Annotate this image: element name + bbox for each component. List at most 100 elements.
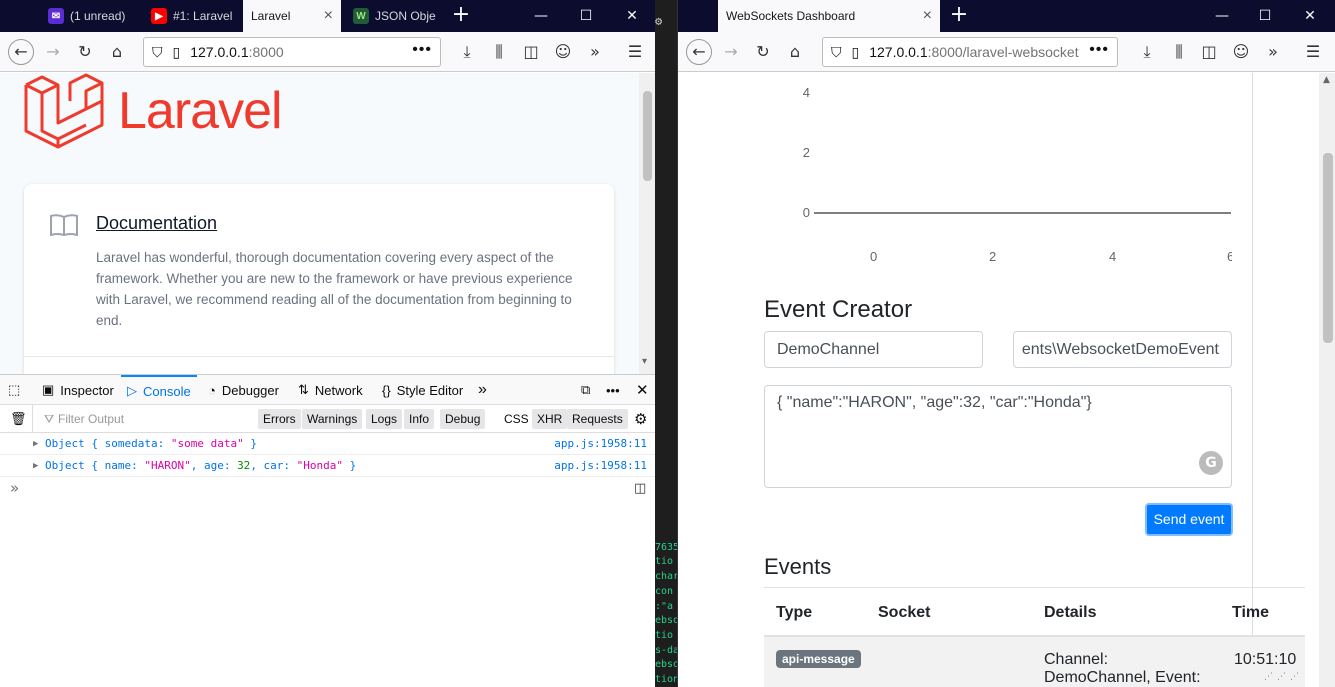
minimize-button[interactable]: —	[1207, 4, 1237, 28]
url-bar[interactable]: ⛉ ▯ 127.0.0.1:8000/laravel-websocket •••	[822, 37, 1118, 67]
close-window-button[interactable]: ✕	[617, 4, 647, 28]
reload-icon[interactable]: ↻	[72, 39, 98, 65]
close-icon[interactable]: ×	[923, 8, 932, 24]
more-tabs-icon[interactable]: »	[478, 375, 487, 405]
forward-icon[interactable]: →	[40, 39, 66, 65]
grammarly-icon[interactable]: G	[1199, 451, 1223, 475]
scrollbar-thumb[interactable]	[1323, 153, 1333, 343]
console-input[interactable]	[0, 477, 655, 687]
nav-toolbar: ← → ↻ ⌂ ⛉ ▯ 127.0.0.1:8000/laravel-webso…	[678, 32, 1335, 72]
statistics-chart: 4 2 0 0 2 4 6	[678, 73, 1253, 273]
tab-style-editor[interactable]: {} Style Editor	[382, 375, 463, 405]
tab-json[interactable]: W JSON Obje	[345, 0, 441, 32]
tab-websockets-dashboard[interactable]: WebSockets Dashboard ×	[718, 0, 940, 32]
log-message: Object { name: "HARON", age: 32, car: "H…	[45, 459, 357, 472]
url-bar[interactable]: ⛉ ▯ 127.0.0.1:8000 •••	[143, 37, 441, 67]
tab-console[interactable]: ▷ Console	[121, 375, 197, 405]
channel-input[interactable]: DemoChannel	[764, 331, 983, 368]
filter-warnings-button[interactable]: Warnings	[302, 409, 363, 429]
reload-icon[interactable]: ↻	[750, 39, 776, 65]
tab-youtube[interactable]: ▶ #1: Laravel	[143, 0, 243, 32]
page-actions-icon[interactable]: •••	[412, 41, 432, 59]
expand-triangle-icon[interactable]: ▶	[33, 433, 38, 455]
back-icon[interactable]: ←	[686, 39, 712, 65]
gear-icon: ⚙	[655, 14, 663, 28]
send-event-button[interactable]: Send event	[1145, 503, 1233, 536]
console-log-row[interactable]: ▶ Object { name: "HARON", age: 32, car: …	[0, 455, 655, 477]
close-window-button[interactable]: ✕	[1295, 4, 1325, 28]
filter-info-button[interactable]: Info	[404, 409, 435, 429]
page-scrollbar[interactable]: ▲	[1319, 73, 1335, 687]
log-source-link[interactable]: app.js:1958:11	[554, 433, 647, 455]
terminal-line: char	[655, 571, 677, 582]
log-source-link[interactable]: app.js:1958:11	[554, 455, 647, 477]
shield-icon: ⛉	[831, 43, 842, 60]
filter-debug-button[interactable]: Debug	[440, 409, 486, 429]
page-actions-icon[interactable]: •••	[1085, 41, 1109, 59]
table-row: api-message Channel: DemoChannel, Event:…	[764, 635, 1305, 687]
event-name-value: ents\WebsocketDemoEvent	[1021, 341, 1219, 358]
library-icon[interactable]: ⫼	[1166, 39, 1192, 65]
minimize-button[interactable]: —	[526, 4, 556, 28]
resize-grip-icon[interactable]: ⋰⋰⋰	[1264, 672, 1303, 682]
page-scrollbar[interactable]: ▾	[639, 73, 655, 374]
console-log-row[interactable]: ▶ Object { somedata: "some data" } app.j…	[0, 433, 655, 455]
tab-laravel[interactable]: Laravel ×	[243, 0, 341, 32]
documentation-card: Documentation Laravel has wonderful, tho…	[24, 184, 614, 374]
maximize-button[interactable]: ☐	[1250, 4, 1280, 28]
devtools-panel: ⬚ ▣ Inspector ▷ Console ◔ Debugger ⇅ Network…	[0, 374, 655, 687]
avatar[interactable]: ☺	[1228, 39, 1254, 65]
event-name-input[interactable]: ents\WebsocketDemoEvent	[1013, 331, 1232, 368]
filter-errors-button[interactable]: Errors	[258, 409, 301, 429]
documentation-link[interactable]: Documentation	[96, 213, 217, 234]
library-icon[interactable]: ⫼	[486, 39, 512, 65]
scrollbar-thumb[interactable]	[643, 91, 652, 181]
events-title: Events	[764, 554, 832, 579]
overflow-chevron-icon[interactable]: »	[1260, 39, 1286, 65]
forward-icon[interactable]: →	[718, 39, 744, 65]
split-console-icon[interactable]: ◫	[634, 481, 646, 496]
home-icon[interactable]: ⌂	[104, 39, 130, 65]
sidebar-icon[interactable]: ◫	[1196, 39, 1222, 65]
back-icon[interactable]: ←	[8, 39, 34, 65]
devtools-menu-icon[interactable]: •••	[606, 375, 620, 405]
tab-mail[interactable]: ✉ (1 unread)	[40, 0, 140, 32]
new-tab-button[interactable]: +	[449, 4, 473, 28]
avatar[interactable]: ☺	[550, 39, 576, 65]
scroll-up-icon[interactable]: ▲	[1323, 75, 1330, 85]
filter-requests-button[interactable]: Requests	[567, 409, 628, 429]
overflow-chevron-icon[interactable]: »	[582, 39, 608, 65]
filter-logs-button[interactable]: Logs	[366, 409, 403, 429]
filter-css-button[interactable]: CSS	[499, 409, 534, 429]
filter-xhr-button[interactable]: XHR	[532, 409, 568, 429]
terminal-line: ebso	[655, 659, 677, 670]
page-icon: ▯	[172, 43, 181, 60]
maximize-button[interactable]: ☐	[571, 4, 601, 28]
download-icon[interactable]: ⤓	[1134, 39, 1160, 65]
element-picker-icon[interactable]: ⬚	[8, 375, 20, 405]
hamburger-menu-icon[interactable]: ☰	[622, 39, 648, 65]
filter-input[interactable]: Filter Output	[58, 412, 124, 426]
expand-triangle-icon[interactable]: ▶	[33, 455, 38, 477]
event-data-textarea[interactable]: { "name":"HARON", "age":32, "car":"Honda…	[764, 385, 1232, 488]
close-icon[interactable]: ×	[324, 8, 333, 24]
sidebar-icon[interactable]: ◫	[518, 39, 544, 65]
shield-icon: ⛉	[152, 43, 163, 60]
tab-debugger[interactable]: ◔ Debugger	[208, 375, 279, 405]
background-terminal: ⚙ 7635 tio char con :"a ebsoc tio s-da e…	[655, 0, 677, 687]
settings-gear-icon[interactable]: ⚙	[634, 410, 647, 428]
close-devtools-icon[interactable]: ✕	[636, 375, 649, 405]
home-icon[interactable]: ⌂	[782, 39, 808, 65]
url-text: 127.0.0.1:8000/laravel-websocket	[869, 44, 1079, 60]
download-icon[interactable]: ⤓	[454, 39, 480, 65]
tab-network[interactable]: ⇅ Network	[298, 375, 363, 405]
hamburger-menu-icon[interactable]: ☰	[1300, 39, 1326, 65]
scroll-down-icon[interactable]: ▾	[642, 356, 647, 367]
left-browser-window: ✉ (1 unread) ▶ #1: Laravel Laravel × W J…	[0, 0, 655, 687]
new-tab-button[interactable]: +	[947, 4, 971, 28]
tab-inspector[interactable]: ▣ Inspector	[42, 375, 114, 405]
dock-icon[interactable]: ⧉	[581, 375, 590, 405]
url-text: 127.0.0.1:8000	[190, 44, 284, 60]
trash-icon[interactable]: 🗑	[10, 411, 27, 427]
style-editor-icon: {}	[382, 382, 391, 398]
